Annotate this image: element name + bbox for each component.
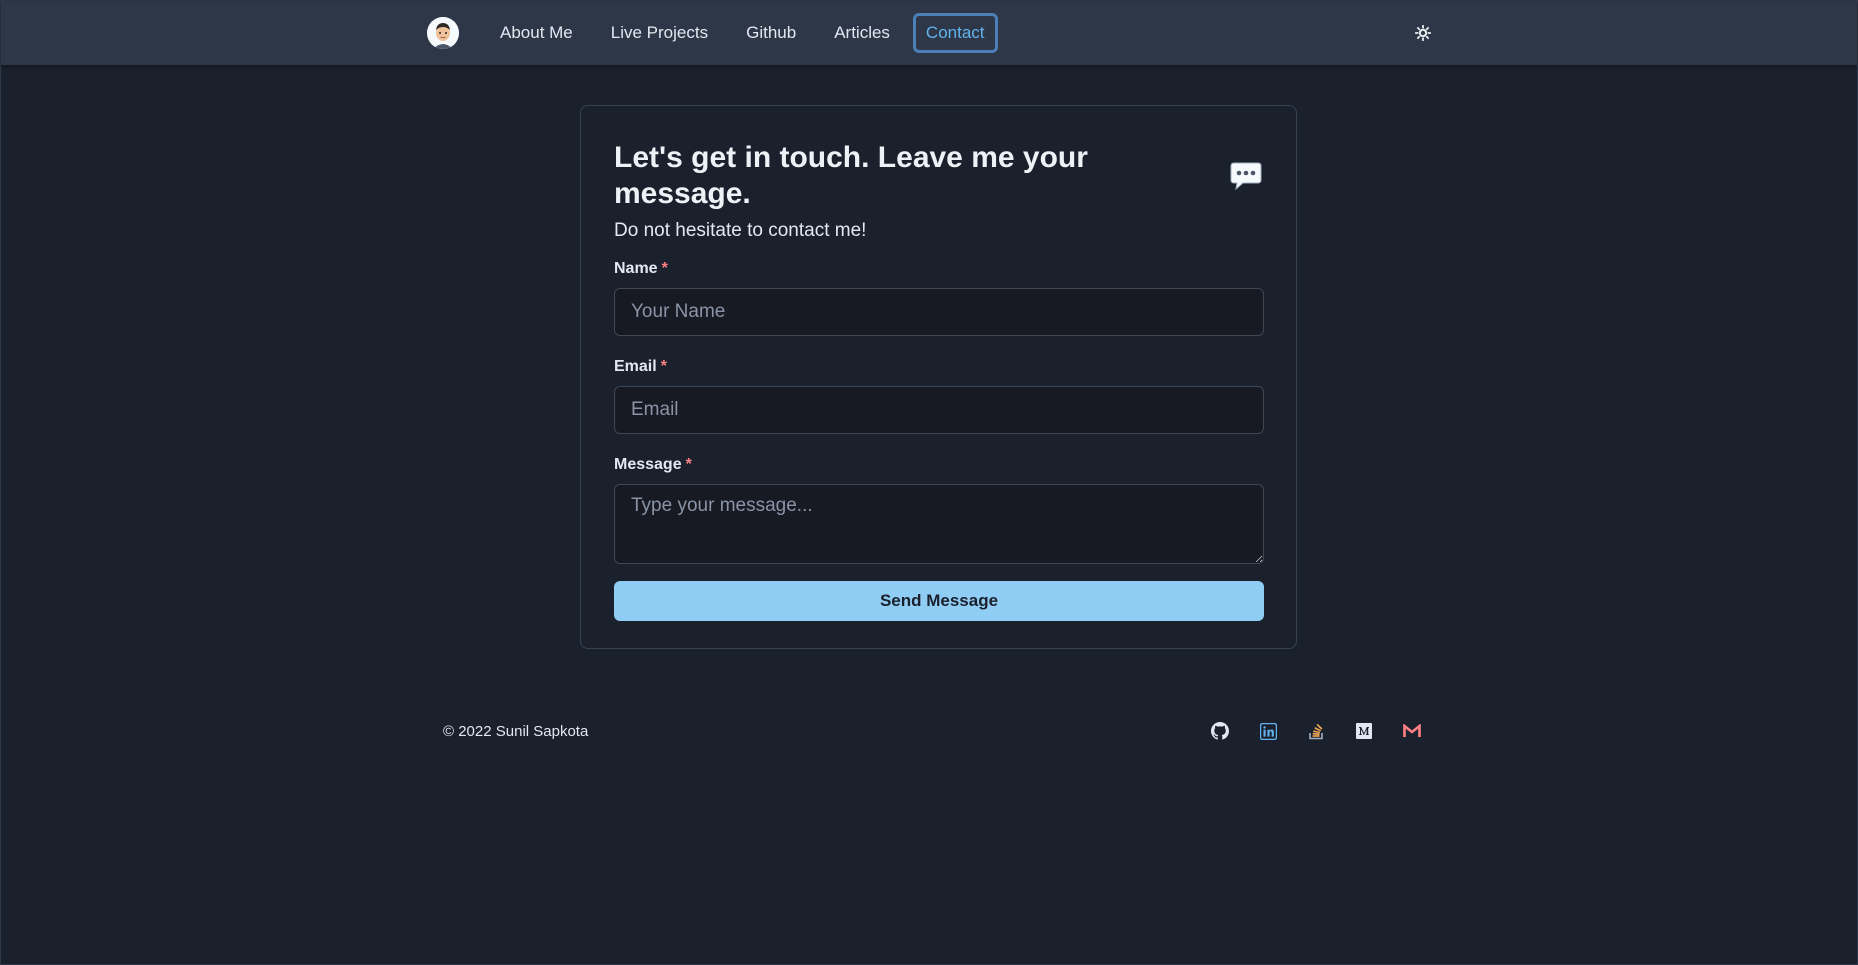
- stackoverflow-icon[interactable]: [1305, 720, 1327, 742]
- message-label: Message *: [614, 456, 1263, 474]
- navbar-inner: About Me Live Projects Github Articles C…: [427, 1, 1439, 65]
- nav-link-about-me[interactable]: About Me: [481, 12, 592, 54]
- nav-link-github[interactable]: Github: [727, 12, 815, 54]
- message-textarea[interactable]: [614, 484, 1264, 564]
- theme-toggle-button[interactable]: [1407, 17, 1439, 49]
- name-input[interactable]: [614, 288, 1264, 336]
- copyright-text: © 2022 Sunil Sapkota: [443, 722, 589, 740]
- required-indicator: *: [661, 260, 668, 277]
- nav-link-live-projects[interactable]: Live Projects: [592, 12, 727, 54]
- sun-icon: [1415, 25, 1431, 41]
- email-label: Email *: [614, 358, 1263, 376]
- name-field-group: Name *: [614, 260, 1264, 336]
- name-label-text: Name: [614, 260, 658, 277]
- nav-link-articles[interactable]: Articles: [815, 12, 909, 54]
- social-links: [1183, 720, 1423, 742]
- avatar[interactable]: [427, 17, 459, 49]
- nav-link-contact[interactable]: Contact: [912, 13, 998, 53]
- contact-title: Let's get in touch. Leave me your messag…: [614, 141, 1088, 210]
- navbar: About Me Live Projects Github Articles C…: [1, 1, 1857, 65]
- send-message-button[interactable]: Send Message: [614, 581, 1264, 621]
- gmail-icon[interactable]: [1401, 720, 1423, 742]
- message-field-group: Message *: [614, 456, 1264, 569]
- contact-heading: Let's get in touch. Leave me your messag…: [614, 140, 1263, 212]
- avatar-face-icon: [427, 17, 459, 49]
- contact-subtitle: Do not hesitate to contact me!: [614, 220, 867, 241]
- contact-card: Let's get in touch. Leave me your messag…: [580, 105, 1297, 649]
- speech-bubble-icon: [1229, 161, 1263, 191]
- email-label-text: Email: [614, 358, 657, 375]
- message-label-text: Message: [614, 456, 682, 473]
- required-indicator: *: [660, 358, 667, 375]
- medium-icon[interactable]: [1353, 720, 1375, 742]
- nav-links: About Me Live Projects Github Articles C…: [481, 12, 998, 54]
- github-icon[interactable]: [1209, 720, 1231, 742]
- email-field-group: Email *: [614, 358, 1264, 434]
- linkedin-icon[interactable]: [1257, 720, 1279, 742]
- required-indicator: *: [685, 456, 692, 473]
- email-input[interactable]: [614, 386, 1264, 434]
- footer: © 2022 Sunil Sapkota: [443, 719, 1423, 743]
- name-label: Name *: [614, 260, 1263, 278]
